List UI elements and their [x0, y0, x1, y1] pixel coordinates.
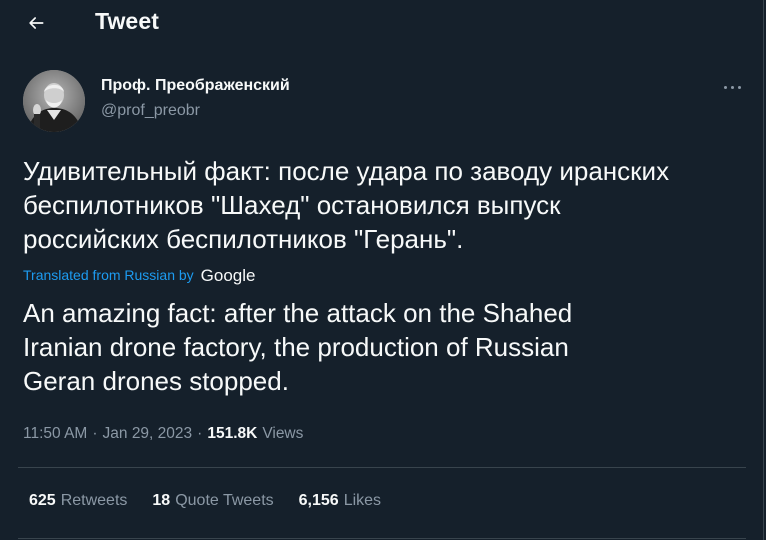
column-border: [763, 0, 764, 540]
avatar[interactable]: [23, 70, 85, 132]
more-options-button[interactable]: [718, 77, 748, 97]
divider: [18, 538, 746, 539]
more-dot-icon: [731, 86, 734, 89]
author-handle[interactable]: @prof_preobr: [101, 102, 200, 120]
quotes-count: 18: [152, 492, 171, 509]
retweets-stat[interactable]: 625 Retweets: [29, 492, 127, 510]
quote-tweets-stat[interactable]: 18 Quote Tweets: [152, 492, 273, 510]
arrow-left-icon: [29, 17, 44, 29]
more-dot-icon: [738, 86, 741, 89]
tweet-header: Tweet: [0, 0, 763, 46]
tweet-date[interactable]: Jan 29, 2023: [103, 425, 193, 443]
views-label: Views: [262, 425, 304, 442]
tweet-text: Удивительный факт: после удара по заводу…: [23, 156, 670, 254]
back-button[interactable]: [20, 7, 52, 39]
retweets-count: 625: [29, 492, 56, 509]
likes-label: Likes: [343, 492, 382, 509]
meta-separator: ·: [197, 425, 203, 442]
views-count: 151.8K: [207, 425, 258, 442]
tweet-time[interactable]: 11:50 AM: [23, 425, 87, 443]
divider: [18, 467, 746, 468]
tweet-stats: 625 Retweets 18 Quote Tweets 6,156 Likes: [29, 492, 381, 510]
author-name[interactable]: Проф. Преображенский: [101, 77, 290, 95]
meta-separator: ·: [92, 425, 98, 442]
translation-attribution[interactable]: Translated from Russian by Google: [23, 264, 256, 286]
tweet-meta: 11:50 AM · Jan 29, 2023 · 151.8K Views: [23, 425, 303, 443]
profile-photo-icon: [23, 70, 85, 132]
translated-label[interactable]: Translated from Russian by: [23, 267, 194, 283]
likes-stat[interactable]: 6,156 Likes: [299, 492, 381, 510]
quotes-label: Quote Tweets: [175, 492, 274, 509]
page-title: Tweet: [95, 8, 159, 34]
google-logo: Google: [200, 266, 256, 285]
tweet-translation: An amazing fact: after the attack on the…: [23, 298, 573, 396]
more-dot-icon: [724, 86, 727, 89]
retweets-label: Retweets: [60, 492, 128, 509]
likes-count: 6,156: [298, 492, 339, 509]
tweet-page: Tweet Проф. Преображенский @prof_preobr …: [0, 0, 766, 540]
